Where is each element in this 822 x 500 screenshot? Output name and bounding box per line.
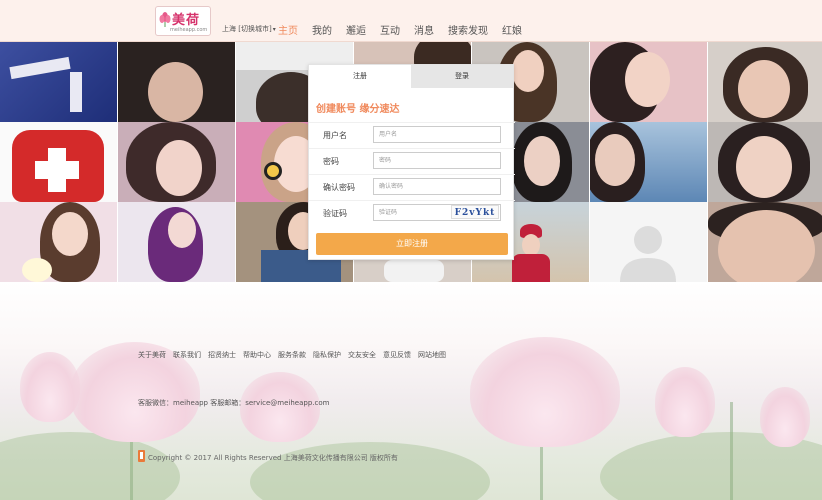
site-logo[interactable]: 美荷 meiheapp.com — [155, 6, 211, 36]
password-row: 密码 — [309, 148, 515, 174]
footer-link-help[interactable]: 帮助中心 — [243, 350, 271, 360]
confirm-password-input[interactable] — [373, 178, 501, 195]
city-label: 上海 [切换城市] — [222, 25, 272, 33]
confirm-password-row: 确认密码 — [309, 174, 515, 200]
nav-messages[interactable]: 消息 — [414, 22, 434, 37]
caret-down-icon: ▾ — [272, 26, 276, 33]
city-switcher[interactable]: 上海 [切换城市]▾ — [222, 24, 276, 34]
footer-link-sitemap[interactable]: 网站地图 — [418, 350, 446, 360]
footer-link-safety[interactable]: 交友安全 — [348, 350, 376, 360]
profile-photo[interactable] — [708, 122, 822, 202]
register-slogan: 创建账号 缘分速达 — [316, 104, 400, 115]
customer-service-info: 客服微信：meiheapp 客服邮箱：service@meiheapp.com — [138, 399, 330, 407]
nav-encounter[interactable]: 邂逅 — [346, 22, 366, 37]
copyright-text: Copyright © 2017 All Rights Reserved 上海美… — [148, 454, 398, 462]
register-submit-button[interactable]: 立即注册 — [316, 233, 508, 255]
username-label: 用户名 — [323, 131, 347, 140]
auth-tabs: 注册 登录 — [309, 65, 513, 88]
logo-text: 美荷 — [172, 13, 201, 28]
tab-register[interactable]: 注册 — [309, 65, 411, 88]
confirm-password-label: 确认密码 — [323, 183, 355, 192]
footer-link-contact[interactable]: 联系我们 — [173, 350, 201, 360]
nav-matchmaker[interactable]: 红娘 — [502, 22, 522, 37]
footer-link-jobs[interactable]: 招贤纳士 — [208, 350, 236, 360]
profile-photo[interactable] — [590, 122, 707, 202]
profile-photo[interactable] — [708, 202, 822, 282]
captcha-label: 验证码 — [323, 209, 347, 218]
tab-login[interactable]: 登录 — [411, 65, 513, 88]
profile-photo[interactable] — [0, 122, 117, 202]
default-avatar-icon — [620, 226, 676, 282]
profile-photo[interactable] — [590, 42, 707, 122]
captcha-row: 验证码 F2vYkt — [309, 200, 515, 226]
footer-link-about[interactable]: 关于美荷 — [138, 350, 166, 360]
footer-link-privacy[interactable]: 隐私保护 — [313, 350, 341, 360]
nav-mine[interactable]: 我的 — [312, 22, 332, 37]
phone-icon — [138, 450, 145, 462]
footer-link-feedback[interactable]: 意见反馈 — [383, 350, 411, 360]
profile-photo[interactable] — [0, 202, 117, 282]
username-input[interactable] — [373, 126, 501, 143]
nav-home[interactable]: 主页 — [278, 22, 298, 37]
profile-photo[interactable] — [708, 42, 822, 122]
lotus-icon — [159, 12, 171, 27]
captcha-image[interactable]: F2vYkt — [451, 205, 499, 219]
nav-search[interactable]: 搜索发现 — [448, 22, 488, 37]
footer-links: 关于美荷 联系我们 招贤纳士 帮助中心 服务条款 隐私保护 交友安全 意见反馈 … — [138, 350, 453, 360]
password-label: 密码 — [323, 157, 339, 166]
main-nav: 主页 我的 邂逅 互动 消息 搜索发现 红娘 — [278, 22, 536, 37]
register-panel: 注册 登录 创建账号 缘分速达 用户名 密码 确认密码 验证码 F2vYkt 立… — [308, 64, 515, 260]
footer-link-terms[interactable]: 服务条款 — [278, 350, 306, 360]
profile-photo[interactable] — [118, 42, 235, 122]
username-row: 用户名 — [309, 122, 515, 148]
logo-domain: meiheapp.com — [170, 27, 208, 33]
profile-photo[interactable] — [118, 202, 235, 282]
profile-photo[interactable] — [118, 122, 235, 202]
password-input[interactable] — [373, 152, 501, 169]
top-header: 美荷 meiheapp.com 上海 [切换城市]▾ 主页 我的 邂逅 互动 消… — [0, 0, 822, 42]
profile-photo[interactable] — [0, 42, 117, 122]
profile-photo[interactable] — [590, 202, 707, 282]
nav-interact[interactable]: 互动 — [380, 22, 400, 37]
footer-lotus-background — [0, 282, 822, 500]
